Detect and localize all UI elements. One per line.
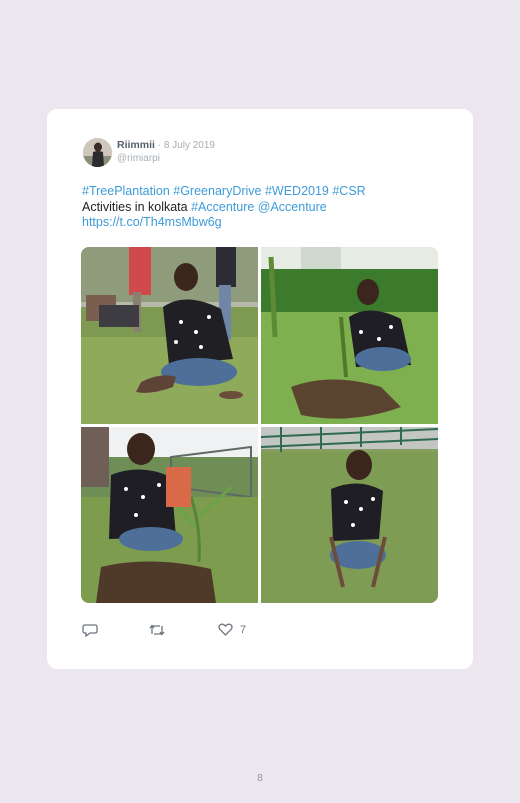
photo-3[interactable]: [81, 427, 258, 603]
avatar[interactable]: [83, 138, 112, 167]
tweet-plain-text: Activities in kolkata: [82, 199, 192, 214]
hashtags-line[interactable]: #TreePlantation #GreenaryDrive #WED2019 …: [82, 184, 366, 198]
tweet-card: Riimmii · 8 July 2019 @rimiarpi #TreePla…: [47, 109, 473, 669]
tweet-text: #TreePlantation #GreenaryDrive #WED2019 …: [82, 184, 442, 231]
reply-icon: [82, 623, 98, 637]
retweet-icon: [148, 623, 166, 637]
photo-grid: [81, 247, 438, 603]
mention-links[interactable]: #Accenture @Accenture: [191, 200, 327, 214]
retweet-button[interactable]: [148, 623, 166, 637]
reply-button[interactable]: [82, 623, 98, 637]
like-button[interactable]: 7: [218, 623, 246, 636]
like-count: 7: [240, 623, 247, 636]
heart-icon: [218, 623, 233, 636]
author-handle[interactable]: @rimiarpi: [117, 153, 160, 164]
page-number: 8: [257, 773, 263, 784]
tweet-date[interactable]: 8 July 2019: [164, 140, 215, 151]
photo-4[interactable]: [261, 427, 438, 603]
photo-1[interactable]: [81, 247, 258, 424]
separator: ·: [154, 140, 164, 151]
tweet-url-link[interactable]: https://t.co/Th4msMbw6g: [82, 215, 222, 229]
tweet-actions: 7: [82, 623, 382, 641]
photo-2[interactable]: [261, 247, 438, 424]
author-name[interactable]: Riimmii: [117, 139, 155, 151]
author-line: Riimmii · 8 July 2019: [117, 139, 215, 151]
